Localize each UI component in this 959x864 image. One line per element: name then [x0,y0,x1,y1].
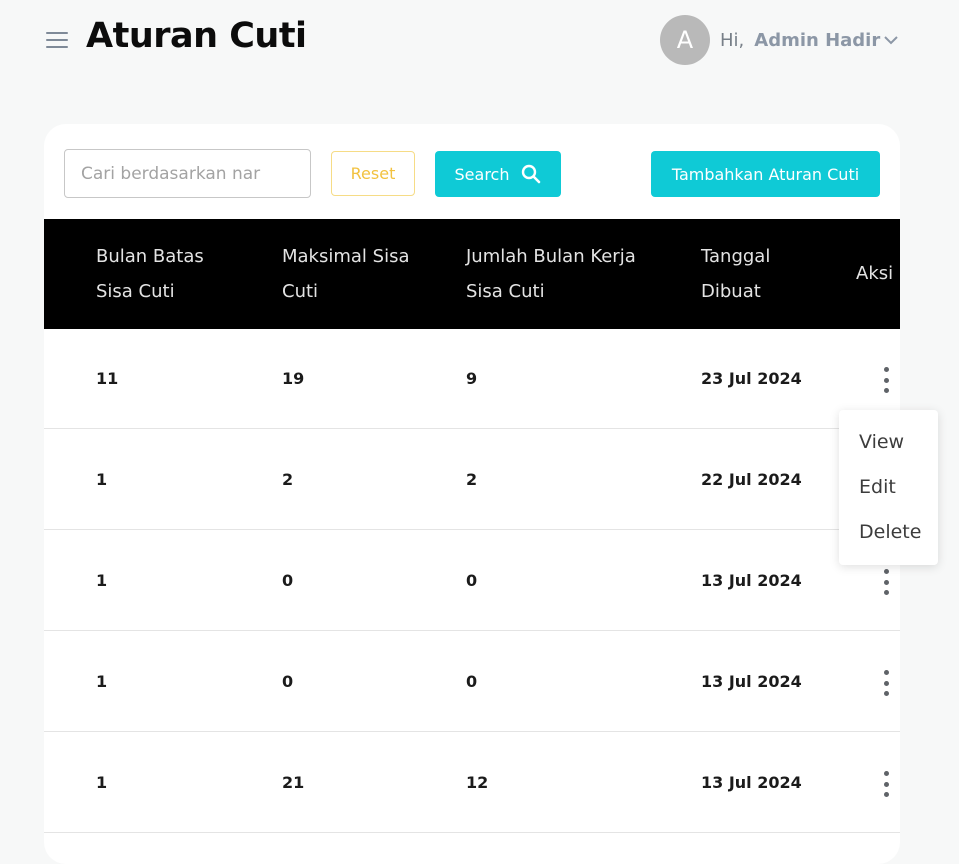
cell-maksimal: 0 [282,672,294,691]
menu-item-view[interactable]: View [859,431,904,453]
cell-bulan-batas: 1 [96,672,108,691]
cell-tanggal: 22 Jul 2024 [701,470,802,489]
more-vertical-icon[interactable] [876,769,896,799]
cell-jumlah: 9 [466,369,478,388]
add-button-label: Tambahkan Aturan Cuti [671,164,860,184]
table-row: 1 21 12 13 Jul 2024 [44,733,900,833]
col-maksimal-sisa: Maksimal Sisa Cuti [282,246,410,302]
cell-tanggal: 23 Jul 2024 [701,369,802,388]
cell-bulan-batas: 1 [96,470,108,489]
cell-maksimal: 19 [282,369,305,388]
cell-tanggal: 13 Jul 2024 [701,773,802,792]
reset-button-label: Reset [350,164,396,183]
cell-jumlah: 12 [466,773,489,792]
more-vertical-icon[interactable] [876,365,896,395]
avatar[interactable]: A [660,15,710,65]
col-aksi: Aksi [856,263,894,284]
table-row: 1 2 2 22 Jul 2024 [44,430,900,530]
col-bulan-batas: Bulan Batas Sisa Cuti [96,246,204,302]
search-button[interactable]: Search [435,151,561,197]
add-leave-rule-button[interactable]: Tambahkan Aturan Cuti [651,151,880,197]
rules-card: Reset Search Tambahkan Aturan Cuti Bulan… [44,124,900,864]
search-icon [522,164,541,184]
menu-item-edit[interactable]: Edit [859,476,896,498]
cell-tanggal: 13 Jul 2024 [701,672,802,691]
cell-jumlah: 2 [466,470,478,489]
table-row: 11 19 9 23 Jul 2024 [44,329,900,429]
cell-bulan-batas: 11 [96,369,119,388]
cell-bulan-batas: 1 [96,773,108,792]
col-jumlah-bulan: Jumlah Bulan Kerja Sisa Cuti [466,246,636,302]
greeting: Hi, [720,29,745,51]
table-row: 1 0 0 13 Jul 2024 [44,531,900,631]
user-name[interactable]: Admin Hadir [754,30,880,51]
cell-maksimal: 0 [282,571,294,590]
cell-maksimal: 2 [282,470,294,489]
chevron-down-icon[interactable] [884,35,898,45]
search-button-label: Search [454,164,510,184]
cell-jumlah: 0 [466,571,478,590]
user-menu[interactable]: A Hi, Admin Hadir [660,15,898,65]
table-header: Bulan Batas Sisa Cuti Maksimal Sisa Cuti J… [44,219,900,329]
more-vertical-icon[interactable] [876,668,896,698]
table-row: 1 0 0 13 Jul 2024 [44,632,900,732]
more-vertical-icon[interactable] [876,567,896,597]
reset-button[interactable]: Reset [331,151,415,196]
hamburger-icon[interactable] [46,32,68,50]
action-dropdown: View Edit Delete [839,410,938,565]
cell-maksimal: 21 [282,773,305,792]
cell-jumlah: 0 [466,672,478,691]
cell-bulan-batas: 1 [96,571,108,590]
cell-tanggal: 13 Jul 2024 [701,571,802,590]
menu-item-delete[interactable]: Delete [859,521,921,543]
col-tanggal-dibuat: Tanggal Dibuat [701,246,771,302]
search-input[interactable] [64,149,311,198]
page-title: Aturan Cuti [86,16,307,56]
